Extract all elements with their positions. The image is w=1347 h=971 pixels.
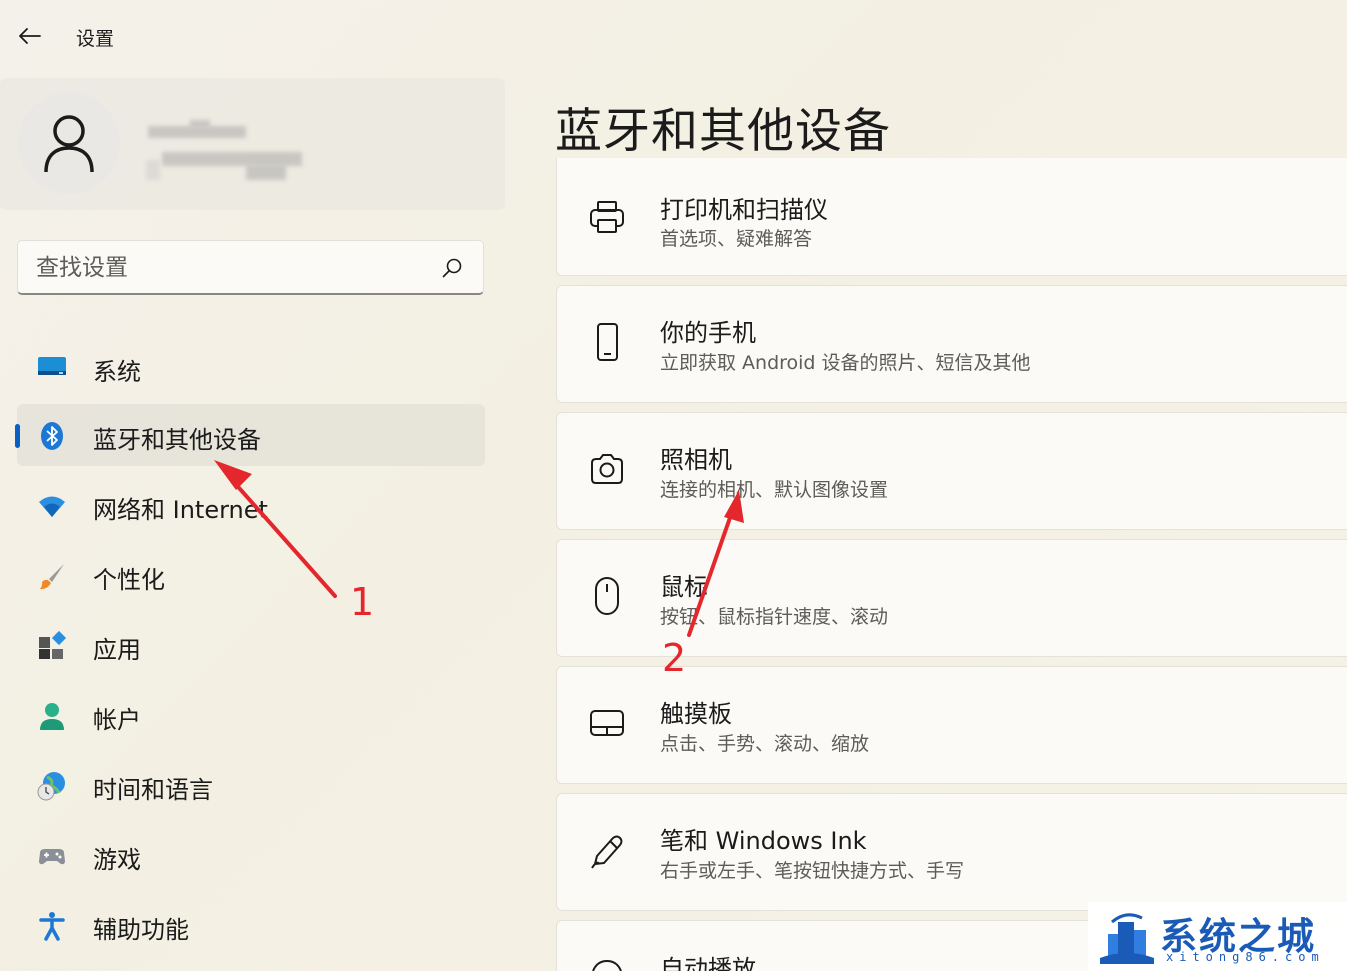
sidebar-item-bluetooth[interactable]: 蓝牙和其他设备 [15,404,485,466]
camera-icon [591,454,623,484]
profile-card[interactable] [0,78,505,210]
card-touchpad[interactable]: 触摸板 点击、手势、滚动、缩放 [556,666,1347,784]
pen-icon [591,835,623,869]
sidebar-item-system[interactable]: 系统 [17,336,485,398]
card-printers-scanners[interactable]: 打印机和扫描仪 首选项、疑难解答 [556,158,1347,276]
monitor-icon [38,357,66,375]
user-icon [44,115,94,173]
card-pen-windows-ink[interactable]: 笔和 Windows Ink 右手或左手、笔按钮快捷方式、手写 [556,793,1347,911]
gamepad-icon [39,849,65,865]
watermark: 系统之城 xitong86.com [1088,902,1347,971]
page-title: 蓝牙和其他设备 [555,104,891,159]
account-icon [40,703,64,730]
back-arrow-icon [19,28,41,44]
touchpad-icon [590,710,624,736]
card-your-phone[interactable]: 你的手机 立即获取 Android 设备的照片、短信及其他 [556,285,1347,403]
watermark-logo-icon [1100,913,1154,964]
sidebar-item-accessibility[interactable]: 辅助功能 [17,894,485,956]
globe-clock-icon [37,772,65,801]
brush-icon [40,564,64,590]
mouse-icon [595,577,619,615]
card-camera[interactable]: 照相机 连接的相机、默认图像设置 [556,412,1347,530]
search-icon[interactable] [441,257,463,279]
wifi-icon [39,496,65,517]
sidebar-item-gaming[interactable]: 游戏 [17,824,485,886]
accessibility-icon [39,912,65,941]
apps-icon [39,631,67,659]
sidebar-item-time-language[interactable]: 时间和语言 [17,754,485,816]
title-bar: 设置 [0,0,1347,72]
blurred-user-name [146,120,306,180]
annotation-label-1: 1 [350,580,375,624]
search-box[interactable] [17,240,484,295]
watermark-url: xitong86.com [1166,950,1325,964]
bluetooth-icon [41,422,63,450]
app-title: 设置 [76,28,115,50]
annotation-label-2: 2 [662,636,687,680]
avatar[interactable] [18,92,120,194]
sidebar-item-accounts[interactable]: 帐户 [17,684,485,746]
sidebar-item-apps[interactable]: 应用 [17,614,485,676]
sidebar-item-network[interactable]: 网络和 Internet [17,474,485,536]
phone-icon [597,323,618,361]
back-button[interactable] [14,20,46,52]
printer-icon [590,201,624,233]
search-input[interactable] [18,241,438,294]
autoplay-icon [592,959,622,971]
sidebar-item-personalization[interactable]: 个性化 [17,544,485,606]
